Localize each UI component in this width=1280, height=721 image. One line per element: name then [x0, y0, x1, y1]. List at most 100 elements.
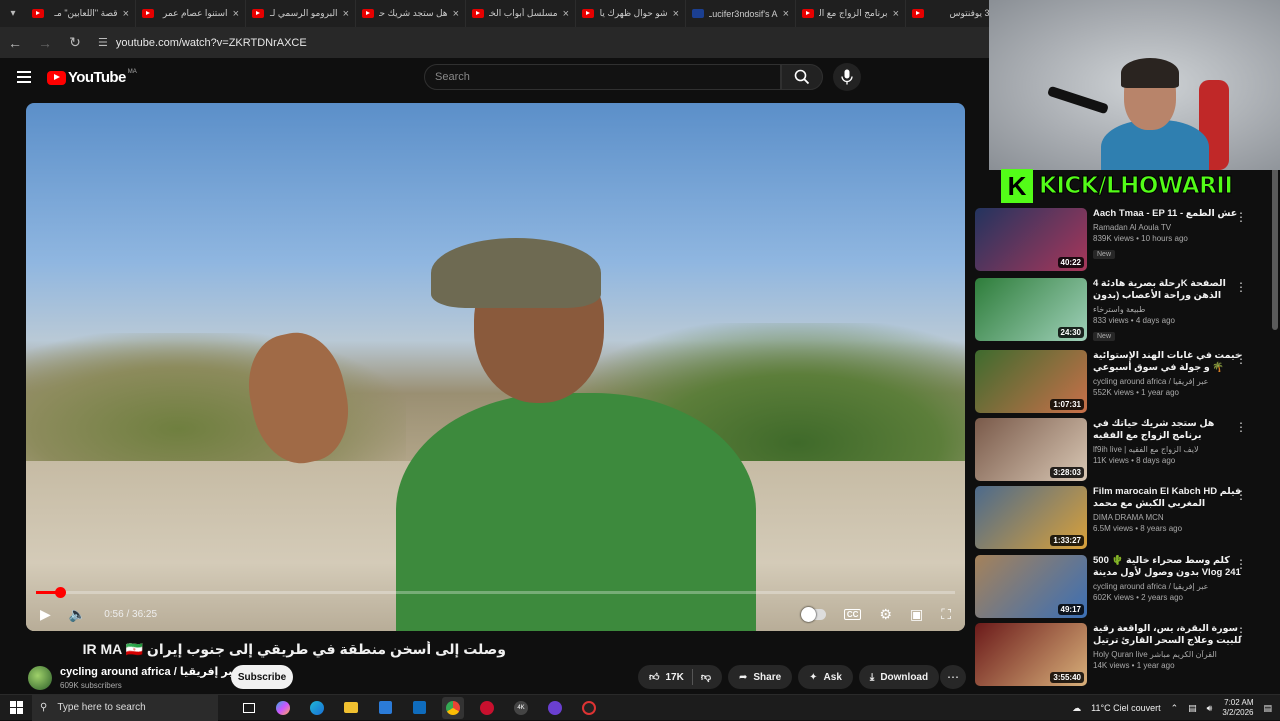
- speaker-icon[interactable]: 🔊︎: [1207, 703, 1213, 714]
- more-options-icon[interactable]: ⋮: [1235, 280, 1247, 294]
- tab-close-icon[interactable]: ×: [123, 8, 129, 20]
- windows-start-icon[interactable]: [0, 695, 32, 721]
- more-options-icon[interactable]: ⋮: [1235, 420, 1247, 434]
- ask-button[interactable]: ✦ Ask: [798, 665, 853, 689]
- recommended-video-title[interactable]: Aach Tmaa - EP 11 - عش الطمع: [1093, 208, 1243, 220]
- miniplayer-icon[interactable]: ▣: [910, 606, 923, 623]
- recommended-video[interactable]: 3:28:03 هل ستجد شريك حياتك في برنامج الزو…: [975, 418, 1265, 482]
- chrome-icon[interactable]: [442, 696, 464, 719]
- back-icon[interactable]: ←: [8, 35, 22, 51]
- subtitles-icon[interactable]: CC: [843, 609, 862, 620]
- browser-tab[interactable]: شو حوال ظهرك يا ×: [576, 0, 686, 27]
- browser-tab[interactable]: برنامج الزواج مع الـ ×: [796, 0, 906, 27]
- recommended-channel-name[interactable]: cycling around africa / عبر إفريقيا: [1093, 377, 1243, 386]
- progress-scrubber[interactable]: [54, 587, 66, 598]
- media-app-icon[interactable]: [476, 697, 498, 719]
- download-button[interactable]: ⤓ Download: [858, 665, 940, 689]
- taskbar-search-placeholder[interactable]: Type here to search: [57, 702, 145, 713]
- video-thumbnail[interactable]: 3:28:03: [975, 418, 1087, 481]
- browser-tab[interactable]: هل ستجد شريك حـ ×: [356, 0, 466, 27]
- recommended-video[interactable]: 1:33:27 Film marocain El Kabch HD فيلم ال…: [975, 486, 1265, 550]
- video-thumbnail[interactable]: 3:55:40: [975, 623, 1087, 686]
- more-options-icon[interactable]: ⋮: [1235, 557, 1247, 571]
- more-options-icon[interactable]: ⋮: [1235, 352, 1247, 366]
- recommended-video[interactable]: 1:07:31 خيمت في غابات الهند الإستوائية 🌴 …: [975, 350, 1265, 414]
- recommended-channel-name[interactable]: cycling around africa / عبر إفريقيا: [1093, 582, 1243, 591]
- share-button[interactable]: ➦ Share: [727, 665, 793, 689]
- recommended-channel-name[interactable]: Ramadan Al Aoula TV: [1093, 223, 1243, 232]
- forward-icon[interactable]: →: [38, 35, 52, 51]
- subscribe-button[interactable]: Subscribe: [231, 665, 293, 689]
- obs-icon[interactable]: [544, 697, 566, 719]
- fullscreen-icon[interactable]: ⛶: [941, 606, 951, 623]
- browser-tab[interactable]: مسلسل أبواب الخـ ×: [466, 0, 576, 27]
- file-explorer-icon[interactable]: [340, 697, 362, 719]
- store-icon[interactable]: [374, 697, 396, 719]
- taskbar-search-box[interactable]: ⚲ Type here to search: [32, 694, 218, 721]
- more-options-icon[interactable]: ⋮: [1235, 488, 1247, 502]
- voice-search-button[interactable]: [833, 63, 861, 91]
- video-thumbnail[interactable]: 24:30: [975, 278, 1087, 341]
- browser-tab[interactable]: قصة "اللعابين" مـ ×: [26, 0, 136, 27]
- more-actions-icon[interactable]: ⋯: [940, 665, 966, 689]
- recommended-channel-name[interactable]: lf9ih live | لايف الزواج مع الفقيه: [1093, 445, 1243, 454]
- channel-avatar[interactable]: [28, 666, 52, 690]
- weather-text[interactable]: 11°C Ciel couvert: [1091, 703, 1160, 713]
- reload-icon[interactable]: ↻: [68, 34, 82, 51]
- recommended-video-title[interactable]: خيمت في غابات الهند الإستوائية 🌴 و جولة …: [1093, 350, 1243, 374]
- play-icon[interactable]: ▶: [40, 606, 51, 623]
- browser-tab[interactable]: Lucifer3ndosif's A ×: [686, 0, 796, 27]
- recommended-video[interactable]: 3:55:40 سورة البقرة، يس، الواقعة رقية للب…: [975, 623, 1265, 687]
- notifications-icon[interactable]: ▤: [1263, 703, 1272, 714]
- channel-name[interactable]: cycling around africa / عبر إفريقيا: [60, 666, 240, 678]
- tab-close-icon[interactable]: ×: [893, 8, 899, 20]
- recommended-channel-name[interactable]: طبيعة واسترخاء: [1093, 305, 1243, 314]
- more-options-icon[interactable]: ⋮: [1235, 210, 1247, 224]
- search-button[interactable]: [781, 64, 823, 90]
- task-view-icon[interactable]: [238, 697, 260, 719]
- edge-icon[interactable]: [306, 697, 328, 719]
- recommended-video[interactable]: 49:17 500 كلم وسط صحراء خالية 🌵 بدون وصول…: [975, 555, 1265, 619]
- volume-icon[interactable]: 🔈: [69, 606, 86, 623]
- youtube-logo[interactable]: YouTube MA: [47, 69, 137, 86]
- video-progress-bar[interactable]: [36, 587, 955, 598]
- menu-icon[interactable]: [17, 71, 31, 83]
- video-thumbnail[interactable]: 49:17: [975, 555, 1087, 618]
- video-thumbnail[interactable]: 1:33:27: [975, 486, 1087, 549]
- recommended-video-title[interactable]: هل ستجد شريك حياتك في برنامج الزواج مع ا…: [1093, 418, 1243, 442]
- video-thumbnail[interactable]: 1:07:31: [975, 350, 1087, 413]
- tab-close-icon[interactable]: ×: [783, 8, 789, 20]
- thumbs-down-icon[interactable]: 👎︎: [701, 671, 711, 683]
- tab-close-icon[interactable]: ×: [673, 8, 679, 20]
- search-input[interactable]: [425, 65, 780, 89]
- video-player[interactable]: ▶ 🔈 0:56 / 36:25 CC ⚙ ▣ ⛶: [26, 103, 965, 631]
- recommended-video[interactable]: 24:30 رحلة بصرية هادئة 4K الصفحة الذهن ور…: [975, 278, 1265, 342]
- outlook-icon[interactable]: [408, 697, 430, 719]
- more-options-icon[interactable]: ⋮: [1235, 625, 1247, 639]
- url-text[interactable]: youtube.com/watch?v=ZKRTDNrAXCE: [116, 37, 307, 49]
- network-icon[interactable]: ▤: [1188, 703, 1197, 714]
- 4k-downloader-icon[interactable]: 4K: [510, 697, 532, 719]
- channel-name-link[interactable]: cycling around africa / عبر إفريقيا: [60, 665, 253, 678]
- clock[interactable]: 7:02 AM 3/2/2026: [1222, 698, 1253, 718]
- tab-list-dropdown-icon[interactable]: ▾: [0, 0, 26, 27]
- browser-tab[interactable]: 3-3 يوفنتوس×: [906, 0, 989, 27]
- settings-gear-icon[interactable]: ⚙: [879, 606, 892, 623]
- site-settings-icon[interactable]: ☰: [98, 36, 108, 49]
- copilot-icon[interactable]: [272, 697, 294, 719]
- recorder-icon[interactable]: [578, 697, 600, 719]
- recommended-video-title[interactable]: رحلة بصرية هادئة 4K الصفحة الذهن وراحة ا…: [1093, 278, 1243, 302]
- recommended-video-title[interactable]: 500 كلم وسط صحراء خالية 🌵 بدون وصول لأول…: [1093, 555, 1243, 579]
- recommended-channel-name[interactable]: DIMA DRAMA MCN: [1093, 513, 1243, 522]
- tab-close-icon[interactable]: ×: [563, 8, 569, 20]
- recommended-channel-name[interactable]: Holy Quran live القرآن الكريم مباشر: [1093, 650, 1243, 659]
- browser-tab[interactable]: البرومو الرسمي لـ ×: [246, 0, 356, 27]
- browser-tab[interactable]: استنوا عصام عمر ×: [136, 0, 246, 27]
- like-button[interactable]: 👍︎ 17K 👎︎: [638, 665, 722, 689]
- url-field[interactable]: ☰ youtube.com/watch?v=ZKRTDNrAXCE: [98, 36, 307, 50]
- video-thumbnail[interactable]: 40:22: [975, 208, 1087, 271]
- recommended-video[interactable]: 40:22 Aach Tmaa - EP 11 - عش الطمع Ramadan…: [975, 208, 1265, 272]
- tray-overflow-icon[interactable]: ⌃: [1171, 703, 1179, 714]
- autoplay-toggle[interactable]: [800, 607, 826, 622]
- recommended-video-title[interactable]: سورة البقرة، يس، الواقعة رقية للبيت وعلا…: [1093, 623, 1243, 647]
